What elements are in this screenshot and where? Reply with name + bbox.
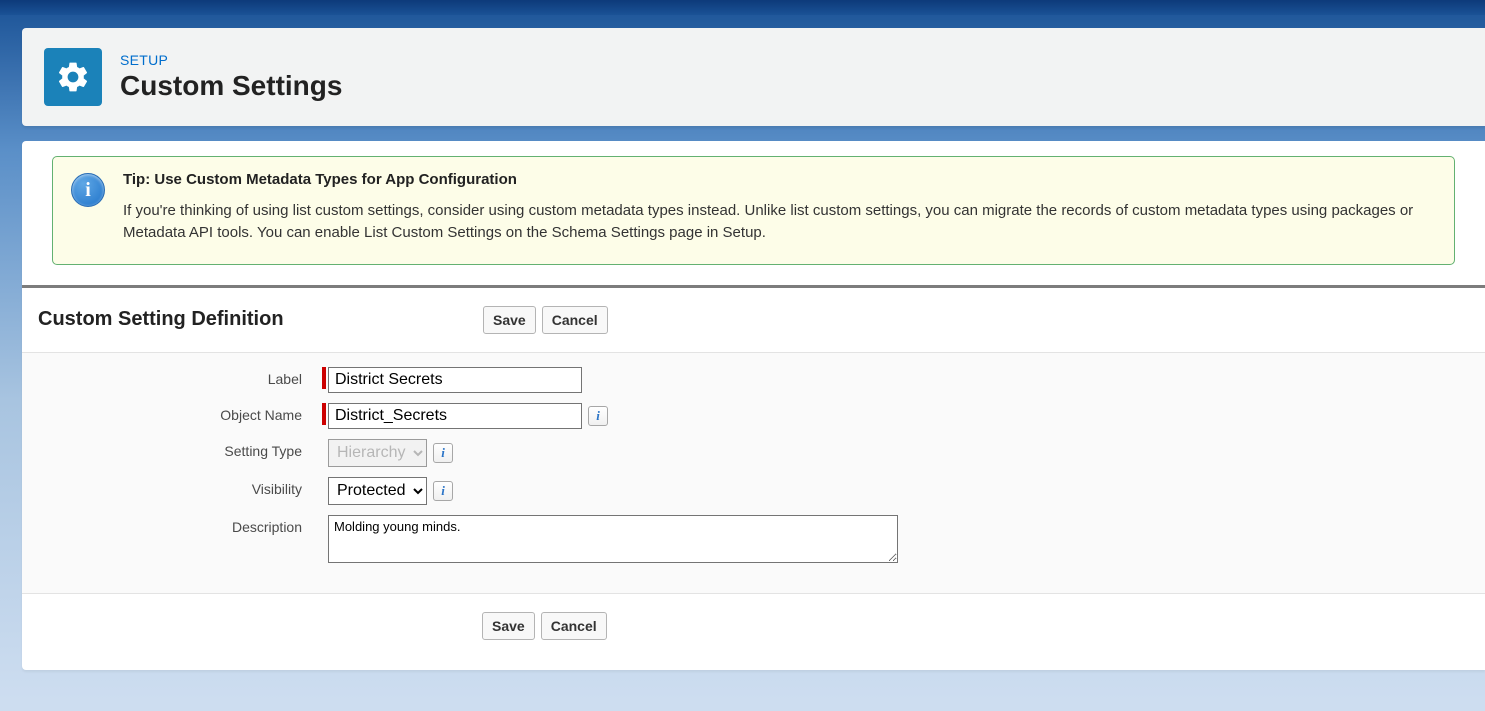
label-label: Label	[22, 367, 322, 387]
app-frame: SETUP Custom Settings i Tip: Use Custom …	[0, 0, 1485, 711]
section-header: Custom Setting Definition Save Cancel	[22, 288, 1485, 353]
info-icon: i	[71, 173, 105, 207]
tip-body: If you're thinking of using list custom …	[123, 200, 1434, 244]
gear-icon	[44, 48, 102, 106]
tip-content: Tip: Use Custom Metadata Types for App C…	[123, 171, 1434, 244]
row-setting-type: Setting Type Hierarchy i	[22, 439, 1485, 467]
tip-banner: i Tip: Use Custom Metadata Types for App…	[52, 156, 1455, 265]
label-object-name: Object Name	[22, 403, 322, 423]
required-indicator	[322, 367, 326, 389]
description-textarea[interactable]	[328, 515, 898, 563]
cancel-button[interactable]: Cancel	[541, 612, 607, 640]
footer-row: Save Cancel	[22, 594, 1485, 640]
header-text: SETUP Custom Settings	[120, 52, 342, 102]
content-card: i Tip: Use Custom Metadata Types for App…	[22, 141, 1485, 670]
section-title: Custom Setting Definition	[38, 308, 483, 331]
label-visibility: Visibility	[22, 477, 322, 497]
visibility-select[interactable]: Protected	[328, 477, 427, 505]
save-button[interactable]: Save	[483, 306, 536, 334]
help-icon[interactable]: i	[588, 406, 608, 426]
help-icon[interactable]: i	[433, 481, 453, 501]
row-object-name: Object Name i	[22, 403, 1485, 429]
top-accent-bar	[0, 0, 1485, 15]
setting-type-select: Hierarchy	[328, 439, 427, 467]
page-header: SETUP Custom Settings	[22, 28, 1485, 126]
label-description: Description	[22, 515, 322, 535]
button-row-top: Save Cancel	[483, 306, 608, 334]
cancel-button[interactable]: Cancel	[542, 306, 608, 334]
label-input[interactable]	[328, 367, 582, 393]
row-visibility: Visibility Protected i	[22, 477, 1485, 505]
label-setting-type: Setting Type	[22, 439, 322, 459]
form-area: Label Object Name i Setting Type	[22, 353, 1485, 594]
button-row-bottom: Save Cancel	[482, 612, 607, 640]
required-indicator	[322, 403, 326, 425]
help-icon[interactable]: i	[433, 443, 453, 463]
page-title: Custom Settings	[120, 70, 342, 102]
save-button[interactable]: Save	[482, 612, 535, 640]
tip-title: Tip: Use Custom Metadata Types for App C…	[123, 171, 1434, 188]
header-eyebrow: SETUP	[120, 52, 342, 68]
row-description: Description	[22, 515, 1485, 563]
row-label: Label	[22, 367, 1485, 393]
object-name-input[interactable]	[328, 403, 582, 429]
